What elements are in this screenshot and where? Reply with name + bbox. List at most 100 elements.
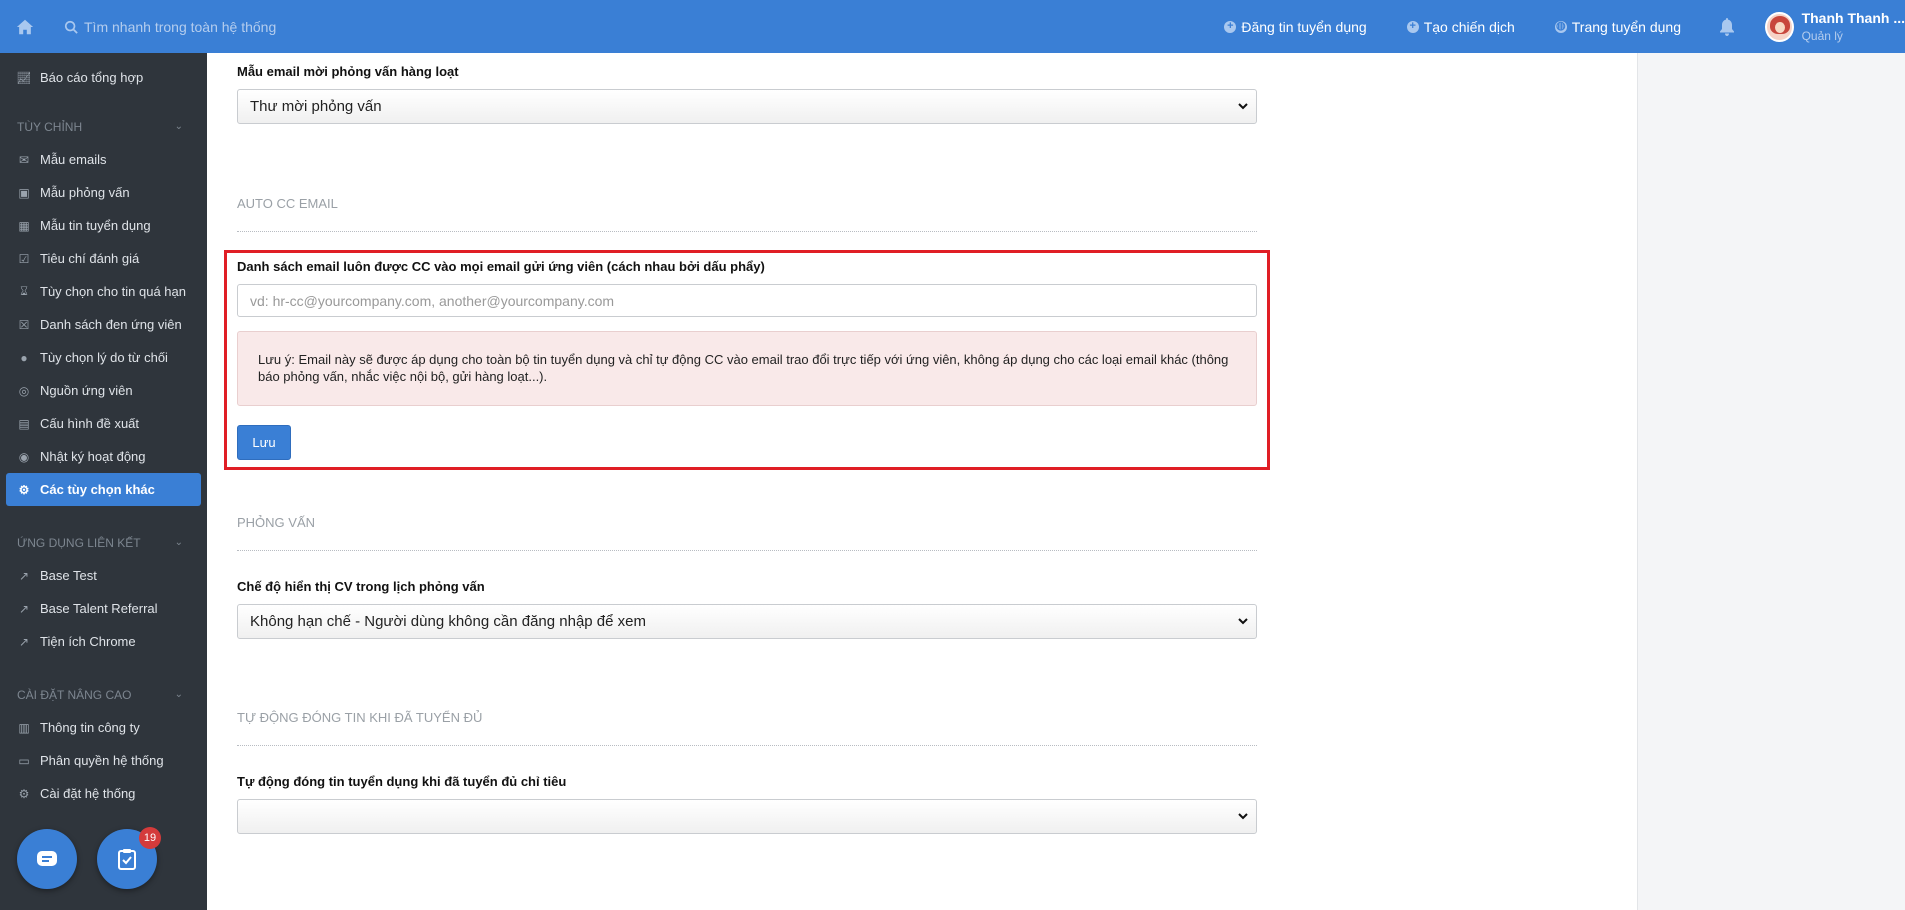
section-label: Cài đặt nâng cao — [17, 687, 132, 702]
cc-note-alert: Lưu ý: Email này sẽ được áp dụng cho toà… — [237, 331, 1257, 406]
cv-mode-select[interactable]: Không hạn chế - Người dùng không cần đăn… — [237, 604, 1257, 639]
target-icon: ◎ — [18, 383, 30, 398]
section-label: Tùy chỉnh — [17, 119, 83, 134]
save-button[interactable]: Lưu — [237, 425, 291, 460]
divider — [237, 231, 1257, 232]
sidebar-item-label: Base Test — [40, 568, 97, 583]
top-bar: + Đăng tin tuyển dụng + Tạo chiến dịch ◍… — [0, 0, 1905, 53]
sidebar-item-talent-referral[interactable]: ↗ Base Talent Referral — [0, 592, 207, 625]
cc-email-input[interactable] — [237, 284, 1257, 317]
bell-icon[interactable] — [1719, 17, 1735, 36]
hourglass-icon: ⌛︎ — [20, 284, 28, 298]
global-search — [64, 0, 504, 53]
sidebar: 📈︎ Báo cáo tổng hợp Tùy chỉnh ⌄ ✉ Mẫu ema… — [0, 53, 207, 910]
sidebar-item-label: Nguồn ứng viên — [40, 383, 133, 398]
clipboard-check-icon — [118, 849, 136, 870]
sidebar-item-label: Tiện ích Chrome — [40, 634, 136, 649]
autoclose-select[interactable] — [237, 799, 1257, 834]
chevron-down-icon — [1238, 103, 1248, 110]
grid-icon: ▦ — [18, 218, 30, 233]
chevron-down-icon — [1238, 618, 1248, 625]
chevron-down-icon — [1238, 813, 1248, 820]
sidebar-item-label: Báo cáo tổng hợp — [40, 70, 144, 85]
bulk-email-template-select[interactable]: Thư mời phỏng vấn — [237, 89, 1257, 124]
divider — [237, 550, 1257, 551]
create-campaign-link[interactable]: + Tạo chiến dịch — [1406, 18, 1515, 35]
eye-icon: ◉ — [18, 449, 30, 464]
sidebar-item-chrome-extension[interactable]: ↗ Tiện ích Chrome — [0, 625, 207, 658]
chart-line-icon: 📈︎ — [16, 70, 32, 85]
sidebar-item-label: Thông tin công ty — [40, 720, 140, 735]
sidebar-item-label: Mẫu phỏng vấn — [40, 185, 130, 200]
divider — [237, 745, 1257, 746]
bulk-email-template-label: Mẫu email mời phỏng vấn hàng loạt — [237, 64, 459, 79]
checkbox-icon: ☑ — [18, 251, 30, 266]
main-content: Mẫu email mời phỏng vấn hàng loạt Thư mờ… — [207, 53, 1637, 910]
sidebar-section-apps[interactable]: Ứng dụng liên kết ⌄ — [0, 526, 207, 559]
sidebar-section-custom[interactable]: Tùy chỉnh ⌄ — [0, 110, 207, 143]
section-label: Ứng dụng liên kết — [17, 535, 141, 550]
sidebar-item-interview-templates[interactable]: ▣ Mẫu phỏng vấn — [0, 176, 207, 209]
sidebar-item-other-options[interactable]: ⚙ Các tùy chọn khác — [6, 473, 201, 506]
chat-icon — [37, 851, 57, 866]
chat-support-button[interactable] — [17, 829, 77, 889]
sidebar-item-label: Danh sách đen ứng viên — [40, 317, 182, 332]
user-role: Quản lý — [1801, 29, 1843, 43]
sidebar-item-system-settings[interactable]: ⚙ Cài đặt hệ thống — [0, 777, 207, 810]
avatar — [1765, 11, 1794, 42]
create-campaign-label: Tạo chiến dịch — [1423, 18, 1515, 35]
sidebar-item-permissions[interactable]: ▭ Phân quyền hệ thống — [0, 744, 207, 777]
sidebar-item-label: Cấu hình đề xuất — [40, 416, 140, 431]
x-square-icon: ☒ — [18, 317, 30, 332]
sidebar-item-sources[interactable]: ◎ Nguồn ứng viên — [0, 374, 207, 407]
search-input[interactable] — [84, 18, 504, 35]
sidebar-item-job-templates[interactable]: ▦ Mẫu tin tuyển dụng — [0, 209, 207, 242]
document-icon: ▤ — [18, 416, 30, 431]
search-icon — [64, 20, 78, 34]
sidebar-item-proposal-config[interactable]: ▤ Cấu hình đề xuất — [0, 407, 207, 440]
sidebar-item-label: Tùy chọn cho tin quá hạn — [40, 284, 186, 299]
sidebar-item-label: Base Talent Referral — [40, 601, 158, 616]
auto-cc-section-title: Auto CC Email — [237, 196, 338, 211]
external-link-icon: ↗ — [18, 634, 30, 649]
sidebar-item-expired-options[interactable]: ⌛︎ Tùy chọn cho tin quá hạn — [0, 275, 207, 308]
career-page-link[interactable]: ◍ Trang tuyển dụng — [1554, 18, 1681, 35]
post-job-link[interactable]: + Đăng tin tuyển dụng — [1224, 18, 1367, 35]
sidebar-item-label: Tùy chọn lý do từ chối — [40, 350, 168, 365]
sidebar-item-base-test[interactable]: ↗ Base Test — [0, 559, 207, 592]
gear-icon: ⚙ — [18, 786, 30, 801]
chevron-down-icon: ⌄ — [174, 121, 183, 132]
user-name: Thanh Thanh ... — [1801, 10, 1905, 26]
cv-mode-label: Chế độ hiển thị CV trong lịch phỏng vấn — [237, 579, 485, 594]
top-actions: + Đăng tin tuyển dụng + Tạo chiến dịch ◍… — [1224, 0, 1905, 53]
sidebar-item-reject-reasons[interactable]: ● Tùy chọn lý do từ chối — [0, 341, 207, 374]
sidebar-item-company-info[interactable]: ▥ Thông tin công ty — [0, 711, 207, 744]
home-icon[interactable] — [0, 0, 50, 53]
sidebar-item-label: Phân quyền hệ thống — [40, 753, 164, 768]
external-link-icon: ↗ — [18, 601, 30, 616]
sidebar-item-criteria[interactable]: ☑ Tiêu chí đánh giá — [0, 242, 207, 275]
tasks-button[interactable]: 19 — [97, 827, 161, 889]
right-panel — [1637, 53, 1905, 910]
sidebar-section-advanced[interactable]: Cài đặt nâng cao ⌄ — [0, 678, 207, 711]
interview-section-title: Phỏng vấn — [237, 515, 316, 530]
select-value: Không hạn chế - Người dùng không cần đăn… — [250, 613, 646, 630]
career-page-label: Trang tuyển dụng — [1571, 18, 1681, 35]
sidebar-item-label: Mẫu tin tuyển dụng — [40, 218, 151, 233]
sidebar-item-blacklist[interactable]: ☒ Danh sách đen ứng viên — [0, 308, 207, 341]
post-job-label: Đăng tin tuyển dụng — [1241, 18, 1367, 35]
cc-note-text: Lưu ý: Email này sẽ được áp dụng cho toà… — [258, 352, 1229, 384]
chevron-down-icon: ⌄ — [174, 537, 183, 548]
sidebar-item-email-templates[interactable]: ✉ Mẫu emails — [0, 143, 207, 176]
sidebar-item-report[interactable]: 📈︎ Báo cáo tổng hợp — [0, 61, 207, 94]
user-menu[interactable]: Thanh Thanh ... Quản lý — [1765, 10, 1905, 43]
chevron-down-icon: ⌄ — [174, 689, 183, 700]
gear-icon: ⚙ — [18, 482, 30, 497]
sidebar-item-label: Các tùy chọn khác — [40, 482, 155, 497]
autoclose-section-title: Tự động đóng tin khi đã tuyển đủ — [237, 710, 483, 725]
external-link-icon: ↗ — [18, 568, 30, 583]
plus-circle-icon: + — [1406, 20, 1419, 33]
plus-circle-icon: + — [1224, 20, 1237, 33]
sidebar-item-activity-log[interactable]: ◉ Nhật ký hoạt động — [0, 440, 207, 473]
task-count-badge: 19 — [139, 827, 161, 849]
